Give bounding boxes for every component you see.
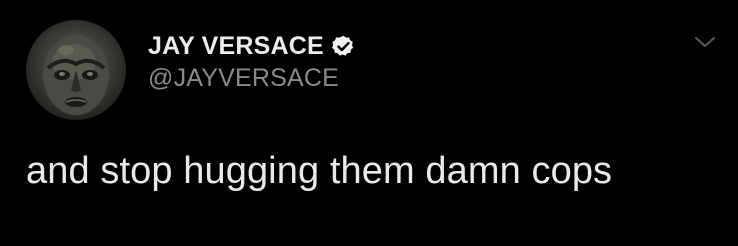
tweet-menu-button[interactable] <box>690 30 720 54</box>
tweet-card: JAY VERSACE @JAYVERSACE and stop hugging… <box>0 0 738 246</box>
author-name-row: JAY VERSACE <box>148 30 356 62</box>
verified-badge-icon <box>331 34 356 59</box>
author-handle[interactable]: @JAYVERSACE <box>148 64 339 93</box>
tweet-text: and stop hugging them damn cops <box>26 150 613 192</box>
display-name[interactable]: JAY VERSACE <box>148 32 324 61</box>
mask-face-icon <box>43 35 109 115</box>
avatar[interactable] <box>26 20 126 120</box>
chevron-down-icon <box>695 37 715 47</box>
